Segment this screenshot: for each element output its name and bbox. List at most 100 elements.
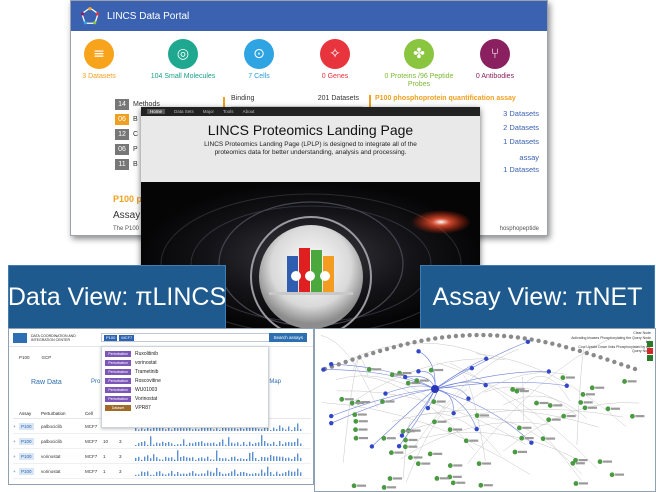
- profile-link[interactable]: Pro: [91, 379, 100, 385]
- stat-item[interactable]: ✧ 0 Genes: [297, 39, 373, 81]
- portal-header-bar: LINCS Data Portal: [71, 1, 547, 31]
- category-label: P: [133, 146, 138, 153]
- lincs-logo-icon[interactable]: [81, 7, 99, 25]
- suggestion-label: Trametinib: [135, 368, 159, 375]
- landing-title: LINCS Proteomics Landing Page: [207, 122, 414, 138]
- assay-view-banner: Assay View: πNET: [420, 265, 655, 329]
- data-view-screenshot: DATA COORDINATION AND INTEGRATION CENTER…: [8, 328, 314, 485]
- suggestion-label: Roscovitine: [135, 377, 161, 384]
- table-cell-cell: MCF7: [85, 468, 98, 474]
- assay-view-network: Clear Node Activating kinases Phosphoryl…: [314, 328, 656, 492]
- suggestion-type-tag: Perturbation: [105, 359, 131, 366]
- category-label: B: [133, 116, 138, 123]
- table-body: +P100palbociclibMCF7103+P100palbociclibM…: [13, 419, 311, 479]
- stat-label: 0 Genes: [321, 73, 349, 80]
- nav-item-home[interactable]: Home: [147, 109, 166, 114]
- table-cell-dose: 1: [103, 468, 106, 474]
- suggestion-type-tag: Perturbation: [105, 377, 131, 384]
- stat-label: 0 Antibodies: [475, 73, 515, 80]
- assay-tag[interactable]: P100: [19, 422, 34, 430]
- stat-item[interactable]: ◎ 104 Small Molecules: [145, 39, 221, 81]
- legend-item: Activating kinases Phosphorylating the Q…: [571, 335, 651, 345]
- composite-figure: LINCS Data Portal ≡ 3 Datasets ◎ 104 Small …: [0, 0, 656, 492]
- table-cell-cell: MCF7: [85, 438, 98, 444]
- nav-item-data-sets[interactable]: Data Sets: [174, 109, 194, 114]
- status-indicator: [647, 341, 653, 361]
- table-cell-assay: P100: [19, 452, 41, 460]
- suggestion-item[interactable]: Perturbation Trametinib: [105, 367, 265, 376]
- table-row[interactable]: + P100 vorinostat MCF7 1 3: [13, 449, 311, 464]
- assay-panel-item[interactable]: 3 Datasets: [503, 109, 539, 118]
- col-header[interactable]: Assay: [19, 411, 41, 416]
- suggestion-item[interactable]: Perturbation Vorinostat: [105, 394, 265, 403]
- table-cell-time: 3: [119, 468, 122, 474]
- table-cell-assay: P100: [19, 467, 41, 475]
- dv-org-name: DATA COORDINATION AND INTEGRATION CENTER: [31, 333, 76, 342]
- landing-hero: LINCS Proteomics Landing Page LINCS Prot…: [141, 116, 480, 182]
- suggestion-label: VPR87: [135, 404, 151, 411]
- search-chip[interactable]: P100: [104, 334, 118, 341]
- category-count: 06: [115, 114, 129, 125]
- dv-tabs: P100 GCP: [19, 355, 51, 360]
- tab-p100[interactable]: P100: [19, 355, 30, 360]
- p100-heading: P100 p: [113, 194, 143, 204]
- legend-item: Cool Upside Down links Phosphorylated by…: [578, 344, 651, 354]
- stat-item[interactable]: ✤ 0 Proteins /96 Peptide Probes: [381, 39, 457, 89]
- assay-tag[interactable]: P100: [19, 452, 34, 460]
- antibody-icon: ⑂: [480, 39, 510, 69]
- table-cell-time: 3: [119, 438, 122, 444]
- table-row[interactable]: + P100 vorinostat MCF7 1 3: [13, 464, 311, 479]
- table-cell-pert: palbociclib: [41, 438, 63, 444]
- assay-description-text: The P100: [113, 226, 140, 232]
- stat-item[interactable]: ≡ 3 Datasets: [71, 39, 137, 81]
- search-suggestions-dropdown: Perturbation Ruxolitinib Perturbation vorin…: [101, 346, 269, 428]
- profile-sparkline: [135, 450, 311, 462]
- search-assays-button[interactable]: Search assays: [269, 333, 307, 342]
- table-cell-pert: vorinostat: [41, 453, 61, 459]
- dcic-logo-icon: [13, 332, 27, 343]
- search-input[interactable]: P100 MCF7: [101, 333, 273, 342]
- dna-icon: ✧: [320, 39, 350, 69]
- assay-panel-item[interactable]: 2 Datasets: [503, 123, 539, 132]
- assay-panel-title: P100 phosphoprotein quantification assay: [375, 95, 516, 102]
- assay-panel-item[interactable]: assay: [519, 153, 539, 162]
- tab-gcp[interactable]: GCP: [42, 355, 52, 360]
- search-chip[interactable]: MCF7: [119, 334, 135, 341]
- col-header[interactable]: Perturbation: [41, 411, 85, 416]
- molecule-icon: ◎: [168, 39, 198, 69]
- stat-label: 3 Datasets: [82, 73, 116, 80]
- nav-item-major[interactable]: Major: [203, 109, 214, 114]
- assay-tag[interactable]: P100: [19, 467, 34, 475]
- raw-data-link[interactable]: Raw Data: [31, 379, 62, 386]
- suggestion-label: Vorinostat: [135, 395, 158, 402]
- category-count: 06: [115, 144, 129, 155]
- assay-panel-item[interactable]: 1 Datasets: [503, 165, 539, 174]
- profile-sparkline: [135, 435, 311, 447]
- network-legend: Clear Node Activating kinases Phosphoryl…: [569, 331, 651, 354]
- table-cell-assay: P100: [19, 437, 41, 445]
- nav-item-about[interactable]: About: [243, 109, 255, 114]
- stat-item[interactable]: ⊙ 7 Cells: [221, 39, 297, 81]
- suggestion-item[interactable]: Perturbation Ruxolitinib: [105, 349, 265, 358]
- landing-nav-bar: Home Data Sets Major Tools About: [141, 107, 480, 116]
- landing-description: LINCS Proteomics Landing Page (LPLP) is …: [204, 141, 417, 156]
- binding-count: 201 Datasets: [317, 95, 359, 102]
- binding-row[interactable]: Binding 201 Datasets: [231, 95, 363, 107]
- nav-item-tools[interactable]: Tools: [223, 109, 234, 114]
- suggestion-type-tag: Perturbation: [105, 350, 131, 357]
- suggestion-type-tag: Perturbation: [105, 368, 131, 375]
- category-count: 11: [115, 159, 129, 170]
- assay-panel-item[interactable]: 1 Datasets: [503, 137, 539, 146]
- binding-label: Binding: [231, 95, 255, 102]
- table-row[interactable]: +P100palbociclibMCF7103: [13, 434, 311, 449]
- suggestion-item[interactable]: Perturbation Roscovitine: [105, 376, 265, 385]
- suggestion-item[interactable]: Perturbation WU01003: [105, 385, 265, 394]
- stat-item[interactable]: ⑂ 0 Antibodies: [457, 39, 533, 81]
- suggestion-item[interactable]: Perturbation vorinostat: [105, 358, 265, 367]
- document-grid-icon: ≡: [84, 39, 114, 69]
- assay-tag[interactable]: P100: [19, 437, 34, 445]
- suggestion-item[interactable]: Dataset VPR87: [105, 403, 265, 412]
- table-cell-assay: P100: [19, 422, 41, 430]
- category-label: C: [133, 131, 139, 138]
- data-view-banner: Data View: πLINCS: [8, 265, 226, 329]
